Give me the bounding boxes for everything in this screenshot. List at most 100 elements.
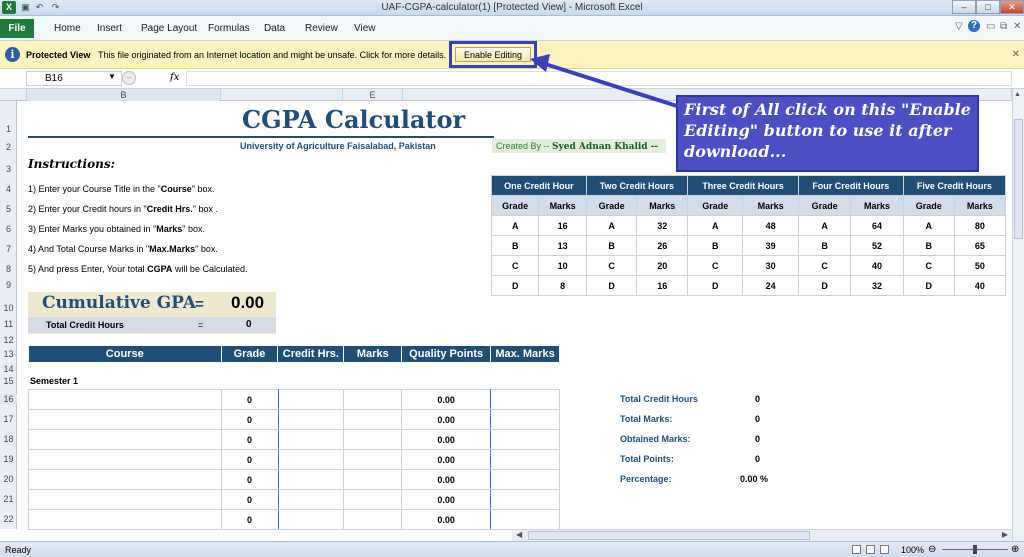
max-marks-cell[interactable]	[490, 489, 560, 510]
grade-cell[interactable]: 0	[220, 409, 279, 430]
quality-points-cell[interactable]: 0.00	[401, 489, 492, 510]
credit-hrs-cell[interactable]	[277, 469, 345, 490]
marks-cell[interactable]: 32	[850, 275, 904, 296]
fx-icon[interactable]: fx	[170, 72, 179, 83]
tab-formulas[interactable]: Formulas	[208, 23, 250, 34]
tab-view[interactable]: View	[354, 23, 376, 34]
zoom-out-icon[interactable]: ⊖	[928, 544, 936, 555]
select-all-corner[interactable]	[0, 89, 27, 101]
row-header[interactable]: 11	[0, 319, 17, 329]
course-cell[interactable]	[28, 389, 222, 410]
marks-cell[interactable]: 30	[742, 255, 799, 276]
grade-cell[interactable]: A	[902, 215, 955, 236]
vertical-scroll-thumb[interactable]	[1014, 119, 1023, 239]
tab-review[interactable]: Review	[305, 23, 338, 34]
zoom-in-icon[interactable]: ⊕	[1011, 544, 1019, 555]
close-workbook-icon[interactable]: ✕	[1013, 21, 1021, 32]
column-header[interactable]	[221, 89, 343, 101]
course-cell[interactable]	[28, 429, 222, 450]
tab-file[interactable]: File	[0, 19, 34, 38]
row-header[interactable]: 8	[0, 264, 17, 274]
grade-cell[interactable]: C	[490, 255, 540, 276]
marks-cell[interactable]: 32	[636, 215, 689, 236]
close-bar-icon[interactable]: ✕	[1012, 49, 1020, 60]
grade-cell[interactable]: 0	[220, 389, 279, 410]
tab-page-layout[interactable]: Page Layout	[141, 23, 197, 34]
marks-cell[interactable]: 26	[636, 235, 689, 256]
row-header[interactable]: 1	[0, 124, 17, 134]
tab-home[interactable]: Home	[54, 23, 81, 34]
max-marks-cell[interactable]	[490, 409, 560, 430]
grade-cell[interactable]: 0	[220, 469, 279, 490]
tab-insert[interactable]: Insert	[97, 23, 122, 34]
zoom-slider-thumb[interactable]	[973, 545, 977, 554]
row-header[interactable]: 13	[0, 349, 17, 359]
row-header[interactable]: 20	[0, 474, 17, 484]
course-cell[interactable]	[28, 469, 222, 490]
marks-cell[interactable]	[343, 469, 403, 490]
maximize-button[interactable]: □	[976, 0, 1000, 14]
grade-cell[interactable]: C	[797, 255, 852, 276]
row-header[interactable]: 19	[0, 454, 17, 464]
marks-cell[interactable]: 65	[953, 235, 1007, 256]
minimize-workbook-icon[interactable]: ▭	[986, 21, 995, 32]
marks-cell[interactable]: 13	[538, 235, 587, 256]
row-header[interactable]: 3	[0, 164, 17, 174]
row-header[interactable]: 9	[0, 280, 17, 290]
row-header[interactable]: 18	[0, 434, 17, 444]
grade-cell[interactable]: B	[490, 235, 540, 256]
credit-hrs-cell[interactable]	[277, 449, 345, 470]
normal-view-icon[interactable]	[852, 545, 861, 554]
row-header[interactable]: 21	[0, 494, 17, 504]
marks-cell[interactable]: 39	[742, 235, 799, 256]
row-header[interactable]: 16	[0, 394, 17, 404]
row-header[interactable]: 4	[0, 184, 17, 194]
grade-cell[interactable]: B	[687, 235, 744, 256]
scroll-left-icon[interactable]: ◀	[516, 530, 522, 539]
quality-points-cell[interactable]: 0.00	[401, 449, 492, 470]
grade-cell[interactable]: D	[687, 275, 744, 296]
marks-cell[interactable]	[343, 509, 403, 530]
scroll-right-icon[interactable]: ▶	[1002, 530, 1008, 539]
marks-cell[interactable]: 10	[538, 255, 587, 276]
formula-cancel-icon[interactable]: –	[122, 71, 136, 85]
quality-points-cell[interactable]: 0.00	[401, 469, 492, 490]
marks-cell[interactable]: 52	[850, 235, 904, 256]
page-break-view-icon[interactable]	[880, 545, 889, 554]
row-header[interactable]: 5	[0, 204, 17, 214]
minimize-button[interactable]: –	[952, 0, 976, 14]
max-marks-cell[interactable]	[490, 429, 560, 450]
course-cell[interactable]	[28, 509, 222, 530]
grade-cell[interactable]: B	[585, 235, 638, 256]
max-marks-cell[interactable]	[490, 389, 560, 410]
horizontal-scroll-thumb[interactable]	[528, 531, 810, 540]
grade-cell[interactable]: C	[585, 255, 638, 276]
zoom-level[interactable]: 100%	[901, 545, 924, 555]
marks-cell[interactable]	[343, 409, 403, 430]
course-cell[interactable]	[28, 449, 222, 470]
credit-hrs-cell[interactable]	[277, 489, 345, 510]
grade-cell[interactable]: C	[687, 255, 744, 276]
page-layout-view-icon[interactable]	[866, 545, 875, 554]
protected-view-message[interactable]: This file originated from an Internet lo…	[98, 50, 446, 60]
marks-cell[interactable]: 80	[953, 215, 1007, 236]
grade-cell[interactable]: D	[585, 275, 638, 296]
marks-cell[interactable]: 16	[538, 215, 587, 236]
help-icon[interactable]: ?	[968, 20, 980, 32]
horizontal-scrollbar[interactable]: ◀ ▶	[512, 529, 1012, 541]
credit-hrs-cell[interactable]	[277, 389, 345, 410]
grade-cell[interactable]: D	[902, 275, 955, 296]
grade-cell[interactable]: 0	[220, 489, 279, 510]
close-window-button[interactable]: ✕	[1000, 0, 1024, 14]
restore-workbook-icon[interactable]: ⧉	[1000, 21, 1007, 32]
row-header[interactable]: 10	[0, 303, 17, 313]
row-header[interactable]: 22	[0, 514, 17, 524]
name-box-dropdown-icon[interactable]: ▼	[108, 72, 116, 81]
credit-hrs-cell[interactable]	[277, 409, 345, 430]
credit-hrs-cell[interactable]	[277, 509, 345, 530]
grade-cell[interactable]: C	[902, 255, 955, 276]
quality-points-cell[interactable]: 0.00	[401, 409, 492, 430]
column-header-b[interactable]: B	[27, 89, 221, 101]
marks-cell[interactable]: 16	[636, 275, 689, 296]
grade-cell[interactable]: A	[797, 215, 852, 236]
